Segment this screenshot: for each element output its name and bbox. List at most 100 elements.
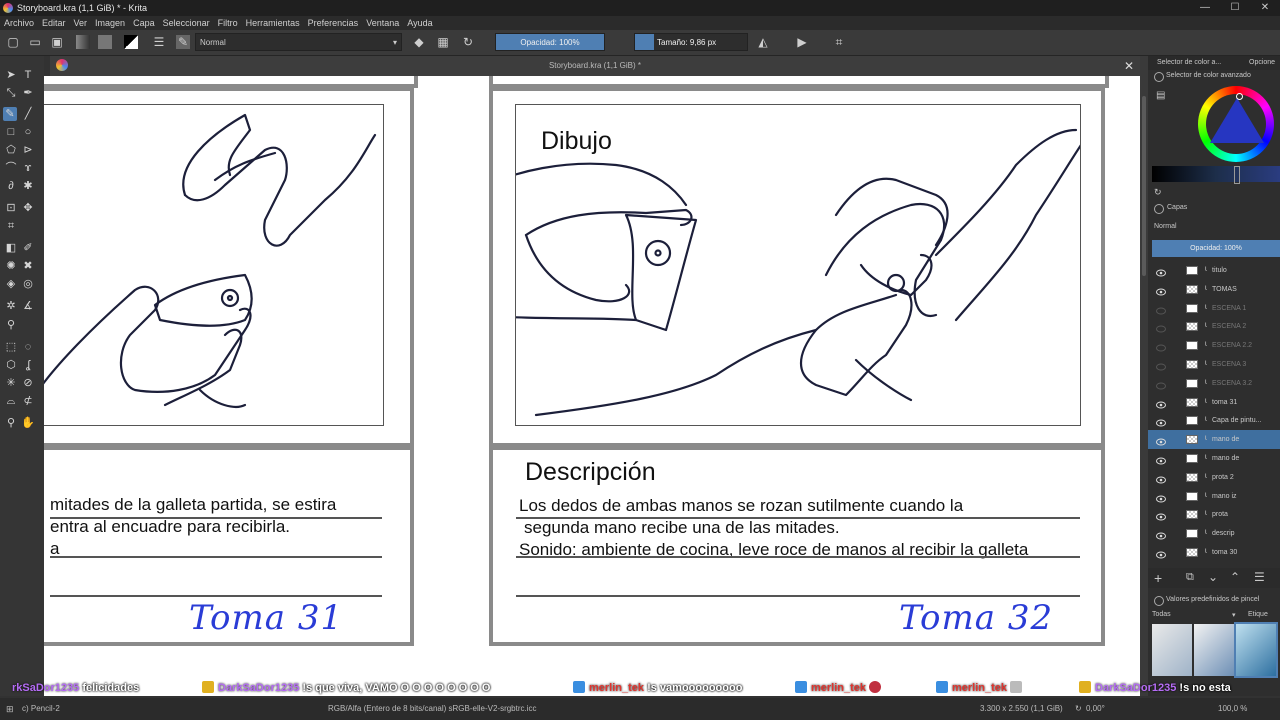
opacity-slider[interactable]: Opacidad: 100% xyxy=(495,33,605,51)
select-shapes-icon[interactable]: ➤ xyxy=(4,68,18,82)
alpha-lock-icon[interactable]: ▦ xyxy=(436,35,450,49)
menu-ver[interactable]: Ver xyxy=(70,16,92,30)
calligraphy-icon[interactable]: ✒ xyxy=(21,86,35,100)
color-picker-icon[interactable]: ✐ xyxy=(21,241,35,255)
menu-preferencias[interactable]: Preferencias xyxy=(304,16,363,30)
measure-tool-icon[interactable]: ∡ xyxy=(21,299,35,313)
enclose-fill-icon[interactable]: ◎ xyxy=(21,277,35,291)
line-tool-icon[interactable]: ╱ xyxy=(21,107,35,121)
visibility-eye-icon[interactable] xyxy=(1156,304,1166,315)
visibility-eye-icon[interactable] xyxy=(1156,454,1166,465)
brush-preset-thumb-2[interactable] xyxy=(1194,624,1234,676)
tab-color-selector[interactable]: Selector de color a... xyxy=(1157,59,1221,66)
visibility-eye-icon[interactable] xyxy=(1156,341,1166,352)
visibility-eye-icon[interactable] xyxy=(1156,398,1166,409)
layer-properties-icon[interactable]: ☰ xyxy=(1254,570,1265,584)
close-window-icon[interactable]: ✕ xyxy=(1250,0,1280,16)
visibility-eye-icon[interactable] xyxy=(1156,322,1166,333)
transform-tool-icon[interactable]: ⊡ xyxy=(4,201,18,215)
color-strip-handle[interactable] xyxy=(1234,166,1240,184)
menu-imagen[interactable]: Imagen xyxy=(91,16,129,30)
menu-seleccionar[interactable]: Seleccionar xyxy=(159,16,214,30)
visibility-eye-icon[interactable] xyxy=(1156,510,1166,521)
edit-shapes-icon[interactable]: ⤡ xyxy=(4,86,18,100)
crop-icon[interactable]: ⌗ xyxy=(832,35,846,49)
polygon-tool-icon[interactable]: ⬠ xyxy=(4,143,18,157)
rotation-icon[interactable]: ↻ xyxy=(1075,698,1082,720)
layer-row[interactable]: ɩ mano de xyxy=(1148,449,1280,468)
save-icon[interactable]: ▣ xyxy=(50,35,64,49)
reference-tool-icon[interactable]: ⚲ xyxy=(4,318,18,332)
rectangle-tool-icon[interactable]: □ xyxy=(4,125,18,139)
layer-row[interactable]: ɩ ESCENA 1 xyxy=(1148,299,1280,318)
colorize-mask-icon[interactable]: ✺ xyxy=(4,259,18,273)
brush-preset-thumb-1[interactable] xyxy=(1152,624,1192,676)
contiguous-select-icon[interactable]: ✳ xyxy=(4,376,18,390)
layer-row[interactable]: ɩ titulo xyxy=(1148,261,1280,280)
assistant-tool-icon[interactable]: ✲ xyxy=(4,299,18,313)
rect-select-icon[interactable]: ⬚ xyxy=(4,340,18,354)
layer-row[interactable]: ɩ mano de xyxy=(1148,430,1280,450)
add-layer-icon[interactable]: + xyxy=(1154,570,1162,586)
ellipse-tool-icon[interactable]: ○ xyxy=(21,125,35,139)
visibility-eye-icon[interactable] xyxy=(1156,416,1166,427)
menu-ayuda[interactable]: Ayuda xyxy=(403,16,436,30)
layer-row[interactable]: ɩ ESCENA 3.2 xyxy=(1148,374,1280,393)
freehand-brush-icon[interactable]: ✎ xyxy=(3,107,17,121)
fg-bg-color-icon[interactable] xyxy=(124,35,138,49)
color-space[interactable]: RGB/Alfa (Entero de 8 bits/canal) sRGB-e… xyxy=(328,698,537,720)
brush-preset-thumb-3[interactable] xyxy=(1234,622,1278,678)
bezier-select-icon[interactable]: ⌓ xyxy=(4,394,18,408)
layer-row[interactable]: ɩ Capa de pintu... xyxy=(1148,411,1280,430)
pattern-icon[interactable] xyxy=(98,35,112,49)
smart-patch-icon[interactable]: ✖ xyxy=(21,259,35,273)
move-tool-icon[interactable]: ✥ xyxy=(21,201,35,215)
gradient-icon[interactable] xyxy=(76,35,90,49)
crop-tool-icon[interactable]: ⌗ xyxy=(4,219,18,233)
polyline-tool-icon[interactable]: ⊳ xyxy=(21,143,35,157)
similar-select-icon[interactable]: ⊘ xyxy=(21,376,35,390)
layer-row[interactable]: ɩ TOMAS xyxy=(1148,280,1280,299)
layers-blend-mode[interactable]: Normal xyxy=(1154,223,1177,230)
layers-float-icon[interactable] xyxy=(1154,204,1164,214)
visibility-eye-icon[interactable] xyxy=(1156,285,1166,296)
visibility-eye-icon[interactable] xyxy=(1156,492,1166,503)
rotation-value[interactable]: 0,00° xyxy=(1086,698,1105,720)
brush-filter-select[interactable]: Todas xyxy=(1152,611,1171,618)
color-settings-icon[interactable]: ▤ xyxy=(1156,90,1165,101)
eraser-icon[interactable]: ◆ xyxy=(412,35,426,49)
menu-archivo[interactable]: Archivo xyxy=(0,16,38,30)
maximize-icon[interactable]: ☐ xyxy=(1220,0,1250,16)
blend-mode-select[interactable]: Normal ▾ xyxy=(195,33,402,51)
freehand-path-icon[interactable]: ɤ xyxy=(21,161,35,175)
brush-presets-float-icon[interactable] xyxy=(1154,596,1164,606)
menu-ventana[interactable]: Ventana xyxy=(362,16,403,30)
text-tool-icon[interactable]: T xyxy=(21,68,35,82)
visibility-eye-icon[interactable] xyxy=(1156,473,1166,484)
menu-editar[interactable]: Editar xyxy=(38,16,70,30)
layer-row[interactable]: ɩ descrip xyxy=(1148,524,1280,543)
visibility-eye-icon[interactable] xyxy=(1156,360,1166,371)
layer-row[interactable]: ɩ toma 30 xyxy=(1148,543,1280,562)
visibility-eye-icon[interactable] xyxy=(1156,529,1166,540)
menu-filtro[interactable]: Filtro xyxy=(214,16,242,30)
layer-row[interactable]: ɩ ESCENA 2.2 xyxy=(1148,336,1280,355)
layer-row[interactable]: ɩ prota xyxy=(1148,505,1280,524)
bezier-tool-icon[interactable]: ⌒ xyxy=(4,161,18,175)
close-document-icon[interactable]: ✕ xyxy=(1124,56,1134,76)
dynamic-brush-icon[interactable]: ∂ xyxy=(4,179,18,193)
layer-row[interactable]: ɩ mano iz xyxy=(1148,487,1280,506)
visibility-eye-icon[interactable] xyxy=(1156,266,1166,277)
tab-options[interactable]: Opcione xyxy=(1249,59,1275,66)
visibility-eye-icon[interactable] xyxy=(1156,379,1166,390)
menu-capa[interactable]: Capa xyxy=(129,16,159,30)
polygon-select-icon[interactable]: ⬡ xyxy=(4,358,18,372)
open-folder-icon[interactable]: ▭ xyxy=(28,35,42,49)
fill-tool-icon[interactable]: ◈ xyxy=(4,277,18,291)
layer-row[interactable]: ɩ ESCENA 2 xyxy=(1148,317,1280,336)
color-history-strip[interactable] xyxy=(1152,166,1280,182)
visibility-eye-icon[interactable] xyxy=(1156,548,1166,559)
size-slider[interactable]: Tamaño: 9,86 px xyxy=(634,33,748,51)
menu-herramientas[interactable]: Herramientas xyxy=(242,16,304,30)
magnetic-select-icon[interactable]: ⊄ xyxy=(21,394,35,408)
